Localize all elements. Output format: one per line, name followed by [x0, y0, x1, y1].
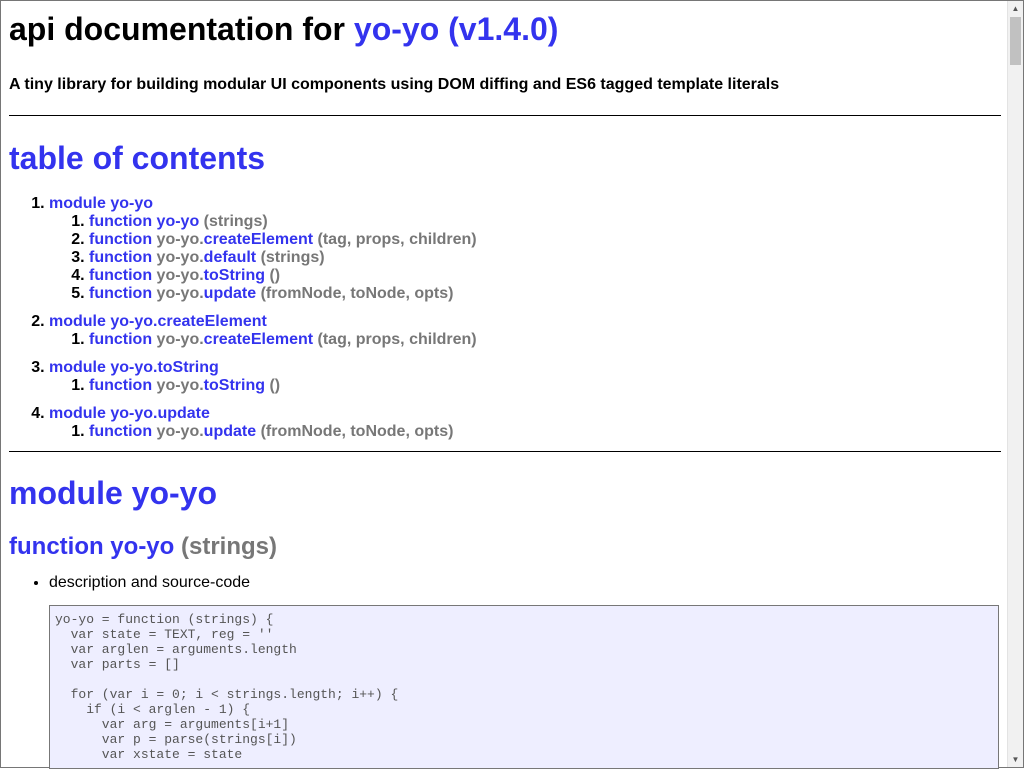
function-namespace: yo-yo. [156, 377, 204, 394]
function-name: toString [203, 377, 265, 394]
toc-function-link[interactable]: function yo-yo.update (fromNode, toNode,… [89, 285, 453, 302]
page-title: api documentation for yo-yo (v1.4.0) [9, 10, 1001, 48]
module-heading-link[interactable]: module yo-yo [9, 475, 217, 511]
function-args: (tag, props, children) [317, 231, 477, 248]
function-keyword: function [89, 213, 153, 230]
function-args: (fromNode, toNode, opts) [260, 423, 454, 440]
divider [9, 115, 1001, 116]
function-name: createElement [203, 231, 314, 248]
function-args: () [269, 267, 281, 284]
toc-function-link[interactable]: function yo-yo.toString () [89, 267, 280, 284]
package-description: A tiny library for building modular UI c… [9, 76, 780, 93]
function-keyword: function [89, 249, 153, 266]
function-details: description and source-code yo-yo = func… [9, 574, 1001, 769]
function-keyword: function [89, 377, 153, 394]
package-link[interactable]: yo-yo (v1.4.0) [354, 11, 559, 47]
function-namespace: yo-yo. [156, 331, 204, 348]
function-name: yo-yo [156, 213, 200, 230]
toc-module-item: module yo-yo.createElementfunction yo-yo… [49, 313, 1001, 349]
function-keyword: function [89, 423, 153, 440]
toc-function-item: function yo-yo.createElement (tag, props… [89, 331, 1001, 349]
toc-function-link[interactable]: function yo-yo.createElement (tag, props… [89, 231, 477, 248]
vertical-scrollbar[interactable]: ▲ ▼ [1007, 1, 1023, 767]
module-heading: module yo-yo [9, 474, 1001, 512]
toc-function-item: function yo-yo.default (strings) [89, 249, 1001, 267]
toc-heading: table of contents [9, 139, 1001, 177]
function-namespace: yo-yo. [156, 267, 204, 284]
scroll-down-arrow-icon[interactable]: ▼ [1008, 752, 1023, 767]
toc-function-item: function yo-yo.toString () [89, 267, 1001, 285]
function-args: (strings) [260, 249, 325, 266]
toc-function-link[interactable]: function yo-yo.default (strings) [89, 249, 325, 266]
toc-module-item: module yo-yofunction yo-yo (strings)func… [49, 195, 1001, 303]
function-keyword: function [89, 267, 153, 284]
toc-function-link[interactable]: function yo-yo.createElement (tag, props… [89, 331, 477, 348]
function-name: update [203, 423, 257, 440]
toc-module-link[interactable]: module yo-yo.toString [49, 359, 219, 376]
function-heading-link[interactable]: function yo-yo [9, 533, 174, 560]
toc-heading-link[interactable]: table of contents [9, 140, 265, 176]
function-name: createElement [203, 331, 314, 348]
toc-function-list: function yo-yo.toString () [49, 377, 1001, 395]
function-keyword: function [89, 231, 153, 248]
doc-page: api documentation for yo-yo (v1.4.0) A t… [9, 1, 1001, 769]
scrollbar-thumb[interactable] [1010, 17, 1021, 65]
toc-module-link[interactable]: module yo-yo.update [49, 405, 210, 422]
toc-module-item: module yo-yo.updatefunction yo-yo.update… [49, 405, 1001, 441]
description-bullet: description and source-code yo-yo = func… [49, 574, 1001, 769]
toc-function-item: function yo-yo.createElement (tag, props… [89, 231, 1001, 249]
toc-function-item: function yo-yo.update (fromNode, toNode,… [89, 423, 1001, 441]
function-args: (tag, props, children) [317, 331, 477, 348]
function-name: default [203, 249, 257, 266]
function-heading: function yo-yo (strings) [9, 532, 1001, 562]
function-args: (strings) [203, 213, 268, 230]
title-prefix: api documentation for [9, 11, 345, 47]
function-args: () [269, 377, 281, 394]
toc-function-item: function yo-yo.toString () [89, 377, 1001, 395]
toc-module-link[interactable]: module yo-yo.createElement [49, 313, 267, 330]
divider [9, 451, 1001, 452]
function-namespace: yo-yo. [156, 231, 204, 248]
function-name: update [203, 285, 257, 302]
toc-function-list: function yo-yo.update (fromNode, toNode,… [49, 423, 1001, 441]
function-args: (fromNode, toNode, opts) [260, 285, 454, 302]
function-namespace: yo-yo. [156, 249, 204, 266]
toc-module-link[interactable]: module yo-yo [49, 195, 153, 212]
function-keyword: function [89, 331, 153, 348]
toc-function-link[interactable]: function yo-yo.update (fromNode, toNode,… [89, 423, 453, 440]
function-namespace: yo-yo. [156, 423, 204, 440]
toc-function-list: function yo-yo.createElement (tag, props… [49, 331, 1001, 349]
toc-function-link[interactable]: function yo-yo (strings) [89, 213, 268, 230]
function-namespace: yo-yo. [156, 285, 204, 302]
toc-function-item: function yo-yo.update (fromNode, toNode,… [89, 285, 1001, 303]
toc-function-link[interactable]: function yo-yo.toString () [89, 377, 280, 394]
scroll-up-arrow-icon[interactable]: ▲ [1008, 1, 1023, 16]
description-label: description and source-code [49, 574, 251, 591]
source-code-block: yo-yo = function (strings) { var state =… [49, 605, 999, 769]
function-keyword: function [89, 285, 153, 302]
toc-function-list: function yo-yo (strings)function yo-yo.c… [49, 213, 1001, 303]
function-args: (strings) [181, 533, 277, 560]
toc-list: module yo-yofunction yo-yo (strings)func… [9, 195, 1001, 441]
function-name: toString [203, 267, 265, 284]
toc-function-item: function yo-yo (strings) [89, 213, 1001, 231]
toc-module-item: module yo-yo.toStringfunction yo-yo.toSt… [49, 359, 1001, 395]
